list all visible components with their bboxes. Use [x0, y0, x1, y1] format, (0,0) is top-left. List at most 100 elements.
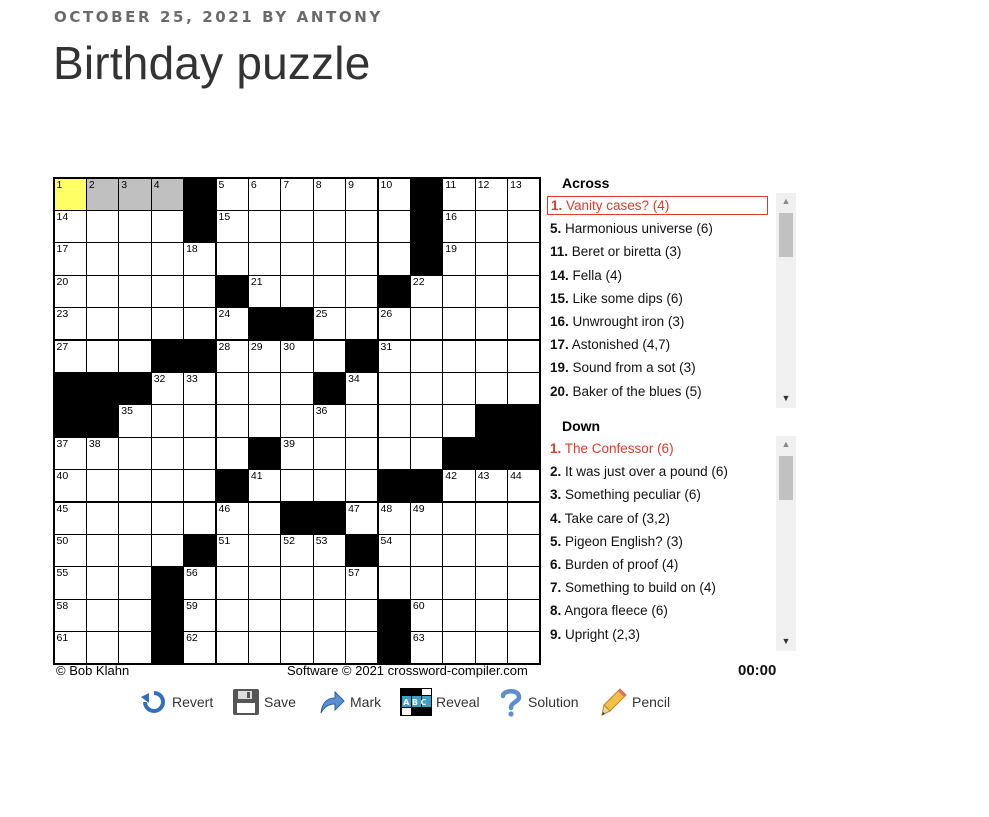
clue-item[interactable]: 14. Fella (4): [547, 266, 622, 286]
grid-cell[interactable]: [508, 275, 540, 308]
clue-item[interactable]: 15. Like some dips (6): [547, 289, 683, 309]
grid-cell[interactable]: [119, 632, 151, 664]
grid-cell[interactable]: [86, 534, 119, 567]
software-credit[interactable]: Software © 2021 crossword-compiler.com: [287, 663, 528, 678]
grid-cell[interactable]: [475, 502, 508, 534]
revert-button[interactable]: Revert: [140, 686, 213, 718]
grid-cell[interactable]: [86, 567, 119, 599]
grid-cell[interactable]: [443, 599, 475, 632]
grid-cell[interactable]: 9: [346, 178, 378, 210]
clue-item[interactable]: 5. Harmonious universe (6): [547, 219, 713, 239]
grid-cell[interactable]: [119, 470, 151, 502]
grid-cell[interactable]: [119, 275, 151, 308]
grid-cell[interactable]: [346, 632, 378, 664]
grid-cell[interactable]: [281, 599, 313, 632]
grid-cell[interactable]: [475, 567, 508, 599]
grid-cell[interactable]: 57: [346, 567, 378, 599]
grid-cell[interactable]: [410, 405, 443, 437]
grid-cell[interactable]: 11: [443, 178, 475, 210]
grid-cell[interactable]: [151, 405, 184, 437]
grid-cell[interactable]: [313, 275, 346, 308]
clue-item[interactable]: 2. It was just over a pound (6): [547, 462, 728, 482]
grid-cell[interactable]: 2: [86, 178, 119, 210]
grid-cell[interactable]: 13: [508, 178, 540, 210]
grid-cell[interactable]: [151, 470, 184, 502]
grid-cell[interactable]: 42: [443, 470, 475, 502]
grid-cell[interactable]: 46: [216, 502, 248, 534]
grid-cell[interactable]: [346, 437, 378, 470]
grid-cell[interactable]: 50: [54, 534, 86, 567]
grid-cell[interactable]: [119, 502, 151, 534]
grid-cell[interactable]: [475, 534, 508, 567]
grid-cell[interactable]: 24: [216, 308, 248, 340]
grid-cell[interactable]: 62: [184, 632, 216, 664]
grid-cell[interactable]: [410, 372, 443, 405]
grid-cell[interactable]: 3: [119, 178, 151, 210]
grid-cell[interactable]: 29: [248, 340, 281, 372]
grid-cell[interactable]: 8: [313, 178, 346, 210]
grid-cell[interactable]: [475, 308, 508, 340]
grid-cell[interactable]: [443, 308, 475, 340]
grid-cell[interactable]: 54: [378, 534, 410, 567]
grid-cell[interactable]: 12: [475, 178, 508, 210]
grid-cell[interactable]: [346, 275, 378, 308]
grid-cell[interactable]: 35: [119, 405, 151, 437]
grid-cell[interactable]: [410, 567, 443, 599]
grid-cell[interactable]: [151, 275, 184, 308]
grid-cell[interactable]: [508, 340, 540, 372]
grid-cell[interactable]: [281, 275, 313, 308]
grid-cell[interactable]: [281, 372, 313, 405]
grid-cell[interactable]: [248, 372, 281, 405]
grid-cell[interactable]: [410, 437, 443, 470]
grid-cell[interactable]: 38: [86, 437, 119, 470]
grid-cell[interactable]: 53: [313, 534, 346, 567]
grid-cell[interactable]: [378, 243, 410, 275]
scroll-thumb[interactable]: [779, 213, 793, 257]
grid-cell[interactable]: [86, 275, 119, 308]
grid-cell[interactable]: [248, 534, 281, 567]
grid-cell[interactable]: [119, 437, 151, 470]
grid-cell[interactable]: 26: [378, 308, 410, 340]
grid-cell[interactable]: [216, 437, 248, 470]
grid-cell[interactable]: 32: [151, 372, 184, 405]
grid-cell[interactable]: [475, 340, 508, 372]
grid-cell[interactable]: [346, 470, 378, 502]
clue-item[interactable]: 7. Something to build on (4): [547, 578, 716, 598]
grid-cell[interactable]: [119, 534, 151, 567]
grid-cell[interactable]: 17: [54, 243, 86, 275]
grid-cell[interactable]: [248, 599, 281, 632]
grid-cell[interactable]: [216, 405, 248, 437]
clue-item[interactable]: 5. Pigeon English? (3): [547, 532, 683, 552]
grid-cell[interactable]: 18: [184, 243, 216, 275]
grid-cell[interactable]: [216, 243, 248, 275]
grid-cell[interactable]: 33: [184, 372, 216, 405]
grid-cell[interactable]: [378, 567, 410, 599]
grid-cell[interactable]: [184, 308, 216, 340]
grid-cell[interactable]: 44: [508, 470, 540, 502]
grid-cell[interactable]: [281, 405, 313, 437]
grid-cell[interactable]: [216, 632, 248, 664]
grid-cell[interactable]: [119, 243, 151, 275]
grid-cell[interactable]: [216, 599, 248, 632]
grid-cell[interactable]: 30: [281, 340, 313, 372]
clue-item[interactable]: 8. Angora fleece (6): [547, 601, 668, 621]
grid-cell[interactable]: [508, 243, 540, 275]
grid-cell[interactable]: [508, 308, 540, 340]
grid-cell[interactable]: [443, 632, 475, 664]
grid-cell[interactable]: 37: [54, 437, 86, 470]
grid-cell[interactable]: 31: [378, 340, 410, 372]
grid-cell[interactable]: [248, 567, 281, 599]
grid-cell[interactable]: [475, 632, 508, 664]
grid-cell[interactable]: [508, 372, 540, 405]
grid-cell[interactable]: [184, 470, 216, 502]
reveal-button[interactable]: ABC Reveal: [400, 686, 480, 718]
grid-cell[interactable]: [508, 210, 540, 243]
grid-cell[interactable]: 21: [248, 275, 281, 308]
grid-cell[interactable]: [475, 275, 508, 308]
grid-cell[interactable]: [346, 308, 378, 340]
grid-cell[interactable]: 1: [54, 178, 86, 210]
grid-cell[interactable]: 19: [443, 243, 475, 275]
grid-cell[interactable]: [184, 275, 216, 308]
grid-cell[interactable]: [313, 243, 346, 275]
grid-cell[interactable]: 6: [248, 178, 281, 210]
